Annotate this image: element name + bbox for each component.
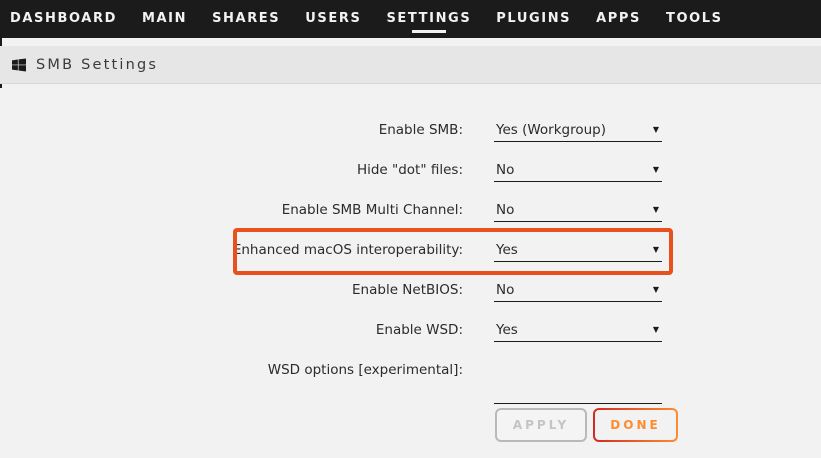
chevron-down-icon (653, 286, 659, 294)
chevron-down-icon (653, 246, 659, 254)
done-button[interactable]: DONE (593, 408, 678, 442)
form-row-macos-interoperability: Enhanced macOS interoperability: Yes (0, 240, 821, 280)
select-value: No (496, 282, 514, 298)
enable-smb-select[interactable]: Yes (Workgroup) (494, 120, 662, 142)
nav-item-plugins[interactable]: PLUGINS (496, 0, 571, 38)
form-row-enable-smb: Enable SMB: Yes (Workgroup) (0, 120, 821, 160)
field-label: Enhanced macOS interoperability: (0, 240, 463, 260)
smb-multi-channel-select[interactable]: No (494, 200, 662, 222)
select-value: No (496, 202, 514, 218)
macos-interoperability-select[interactable]: Yes (494, 240, 662, 262)
select-value: Yes (496, 242, 518, 258)
nav-item-label: USERS (305, 11, 361, 26)
windows-icon (12, 58, 26, 72)
nav-item-label: DASHBOARD (10, 11, 117, 26)
apply-button[interactable]: APPLY (495, 408, 587, 442)
field-label: Enable SMB Multi Channel: (0, 200, 463, 220)
chevron-down-icon (653, 206, 659, 214)
nav-item-dashboard[interactable]: DASHBOARD (10, 0, 117, 38)
form-row-hide-dot-files: Hide "dot" files: No (0, 160, 821, 200)
field-label: Enable WSD: (0, 320, 463, 340)
chevron-down-icon (653, 166, 659, 174)
select-value: Yes (496, 322, 518, 338)
settings-form: Enable SMB: Yes (Workgroup) Hide "dot" f… (0, 84, 821, 404)
select-value: No (496, 162, 514, 178)
nav-item-shares[interactable]: SHARES (212, 0, 280, 38)
field-label: Hide "dot" files: (0, 160, 463, 180)
active-tab-underline (412, 30, 446, 33)
field-label: Enable NetBIOS: (0, 280, 463, 300)
field-label: WSD options [experimental]: (0, 360, 463, 380)
chevron-down-icon (653, 126, 659, 134)
nav-item-label: APPS (596, 11, 641, 26)
main-nav: DASHBOARD MAIN SHARES USERS SETTINGS PLU… (0, 0, 821, 38)
enable-netbios-select[interactable]: No (494, 280, 662, 302)
chevron-down-icon (653, 326, 659, 334)
nav-item-apps[interactable]: APPS (596, 0, 641, 38)
form-row-enable-wsd: Enable WSD: Yes (0, 320, 821, 360)
page-title: SMB Settings (36, 57, 158, 73)
nav-item-tools[interactable]: TOOLS (666, 0, 723, 38)
nav-item-label: PLUGINS (496, 11, 571, 26)
wsd-options-input[interactable] (494, 380, 662, 404)
nav-item-label: MAIN (142, 11, 187, 26)
smb-settings-page: DASHBOARD MAIN SHARES USERS SETTINGS PLU… (0, 0, 821, 458)
page-header: SMB Settings (0, 46, 821, 84)
select-value: Yes (Workgroup) (496, 122, 606, 138)
nav-item-label: TOOLS (666, 11, 723, 26)
nav-item-users[interactable]: USERS (305, 0, 361, 38)
nav-item-settings[interactable]: SETTINGS (386, 0, 471, 38)
form-row-smb-multi-channel: Enable SMB Multi Channel: No (0, 200, 821, 240)
form-row-enable-netbios: Enable NetBIOS: No (0, 280, 821, 320)
enable-wsd-select[interactable]: Yes (494, 320, 662, 342)
form-actions: APPLY DONE (495, 408, 678, 442)
nav-item-label: SETTINGS (386, 11, 471, 26)
hide-dot-files-select[interactable]: No (494, 160, 662, 182)
nav-item-label: SHARES (212, 11, 280, 26)
field-label: Enable SMB: (0, 120, 463, 140)
form-row-wsd-options: WSD options [experimental]: (0, 360, 821, 404)
nav-item-main[interactable]: MAIN (142, 0, 187, 38)
